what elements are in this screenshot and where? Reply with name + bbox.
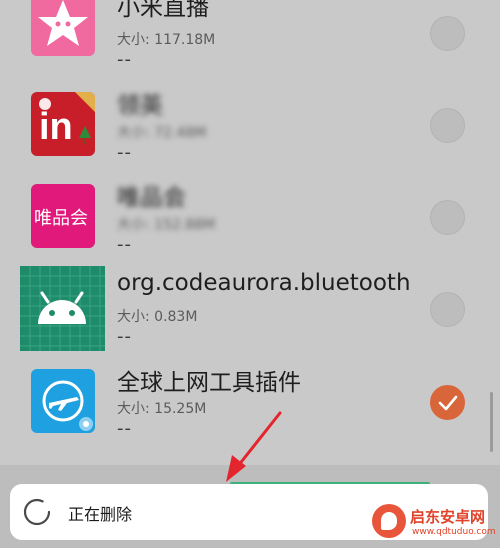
app-size: 大小: 0.83M <box>117 309 198 325</box>
app-size: 大小: 15.25M <box>117 401 207 417</box>
app-extra: -- <box>117 418 132 439</box>
watermark: 启东安卓网 www.qdtuduo.com <box>372 500 498 546</box>
app-name: 领英 <box>117 93 163 119</box>
select-radio-checked[interactable] <box>430 385 465 420</box>
app-extra: -- <box>117 142 132 163</box>
toast-text: 正在删除 <box>68 505 133 524</box>
app-extra: -- <box>117 49 132 70</box>
linkedin-icon-text: in <box>39 106 73 148</box>
linkedin-icon: in <box>31 92 95 156</box>
app-size: 大小: 152.88M <box>117 217 216 233</box>
app-row-linkedin[interactable]: in 领英 大小: 72.48M -- <box>0 92 500 184</box>
select-radio[interactable] <box>430 292 465 327</box>
app-row-xiaomi-live[interactable]: 小米直播 大小: 117.18M -- <box>0 0 500 84</box>
watermark-logo-icon <box>372 504 406 538</box>
app-name: 唯品会 <box>117 185 186 211</box>
app-name: 全球上网工具插件 <box>117 370 301 396</box>
app-size: 大小: 72.48M <box>117 125 207 141</box>
scrollbar-thumb[interactable] <box>490 392 493 452</box>
app-extra: -- <box>117 234 132 255</box>
app-row-vipshop[interactable]: 唯品会 唯品会 大小: 152.88M -- <box>0 184 500 276</box>
vipshop-icon-text: 唯品会 <box>34 208 88 229</box>
loading-spinner-icon <box>23 498 51 526</box>
select-radio[interactable] <box>430 16 465 51</box>
select-radio[interactable] <box>430 108 465 143</box>
app-row-global-network-plugin[interactable]: 全球上网工具插件 大小: 15.25M -- <box>0 369 500 461</box>
app-name: 小米直播 <box>117 0 209 21</box>
watermark-url: www.qdtuduo.com <box>412 527 496 537</box>
app-size: 大小: 117.18M <box>117 32 216 48</box>
android-icon <box>20 266 105 351</box>
plane-icon <box>31 369 95 433</box>
app-name: org.codeaurora.bluetooth <box>117 270 411 296</box>
select-radio[interactable] <box>430 200 465 235</box>
watermark-name: 启东安卓网 <box>410 508 486 526</box>
checkmark-icon <box>438 395 458 411</box>
app-row-bluetooth[interactable]: org.codeaurora.bluetooth 大小: 0.83M -- <box>0 264 500 356</box>
vipshop-icon: 唯品会 <box>31 184 95 248</box>
pink-star-icon <box>31 0 95 56</box>
app-extra: -- <box>117 326 132 347</box>
